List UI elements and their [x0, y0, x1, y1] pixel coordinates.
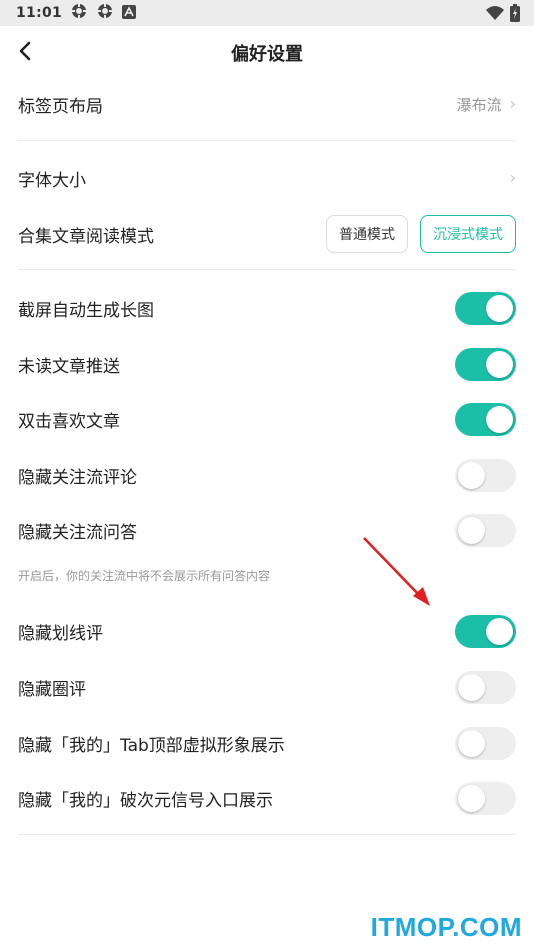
- annotation-arrow-icon: [363, 537, 430, 606]
- watermark-logo: ITMOP.COM: [370, 912, 522, 942]
